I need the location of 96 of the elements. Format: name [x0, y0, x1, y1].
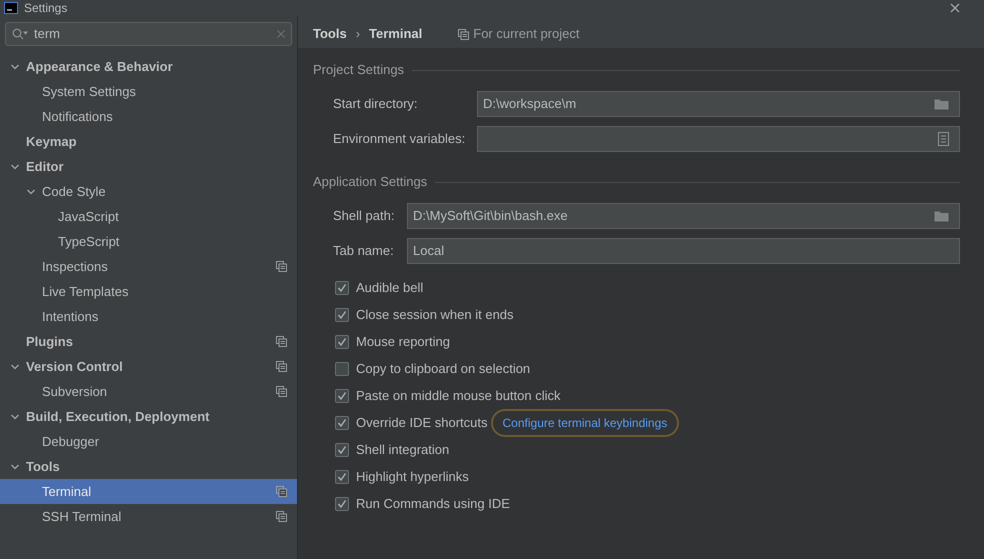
tree-item-label: Terminal — [42, 482, 92, 501]
chevron-icon[interactable] — [10, 462, 20, 472]
checkbox[interactable] — [335, 442, 349, 456]
folder-icon[interactable] — [934, 210, 949, 222]
tree-item-label: Debugger — [42, 432, 100, 451]
tree-item[interactable]: Build, Execution, Deployment — [0, 404, 297, 429]
tree-item-label: Intentions — [42, 308, 98, 326]
chevron-icon[interactable] — [10, 412, 20, 422]
field-value: D:\MySoft\Git\bin\bash.exe — [413, 206, 569, 225]
text-field[interactable] — [477, 126, 960, 152]
tree-item[interactable]: Debugger — [0, 429, 297, 454]
tree-item[interactable]: System Settings — [0, 79, 297, 104]
tree-item[interactable]: Terminal — [0, 479, 297, 504]
field-label: Environment variables: — [333, 130, 466, 148]
tree-item[interactable]: Inspections — [0, 254, 297, 279]
checkbox-label: Mouse reporting — [356, 332, 450, 351]
checkbox-label: Override IDE shortcuts — [356, 414, 488, 432]
window-title: Settings — [24, 1, 68, 15]
search-value: term — [34, 25, 61, 44]
document-icon[interactable] — [938, 132, 949, 146]
tree-item-label: Inspections — [42, 258, 108, 276]
checkbox-label: Copy to clipboard on selection — [356, 360, 530, 378]
field-label: Shell path: — [333, 206, 396, 225]
section-title: Project Settings — [313, 61, 404, 80]
text-field[interactable]: D:\workspace\m — [477, 90, 960, 116]
checkbox[interactable] — [335, 388, 349, 402]
field-value: Local — [413, 242, 446, 260]
text-field[interactable]: D:\MySoft\Git\bin\bash.exe — [407, 202, 960, 228]
tree-item-label: Build, Execution, Deployment — [26, 408, 210, 426]
tree-item-label: Plugins — [26, 332, 73, 351]
chevron-icon[interactable] — [10, 362, 20, 372]
field-label: Tab name: — [333, 242, 395, 260]
tree-item-label: Keymap — [26, 132, 77, 151]
checkbox-label: Close session when it ends — [356, 306, 514, 324]
tree-item-label: SSH Terminal — [42, 508, 122, 526]
tree-item[interactable]: Live Templates — [0, 279, 297, 304]
checkbox-label: Paste on middle mouse button click — [356, 386, 560, 405]
field-label: Start directory: — [333, 94, 419, 113]
checkbox[interactable] — [335, 470, 349, 484]
app-icon — [4, 2, 18, 14]
tree-item-label: Tools — [26, 458, 60, 476]
scope-note: For current project — [473, 25, 580, 44]
copy-icon — [276, 261, 287, 272]
checkbox-label: Audible bell — [356, 278, 424, 297]
search-icon — [12, 28, 28, 40]
checkbox[interactable] — [335, 416, 349, 430]
copy-icon — [276, 386, 287, 397]
search-field[interactable]: term — [5, 22, 292, 46]
tree-item-label: Live Templates — [42, 282, 128, 301]
tree-item[interactable]: TypeScript — [0, 229, 297, 254]
text-field[interactable]: Local — [407, 238, 960, 264]
section-title: Application Settings — [313, 173, 428, 192]
tree-item[interactable]: Subversion — [0, 379, 297, 404]
tree-item-label: JavaScript — [58, 208, 119, 226]
tree-item[interactable]: Notifications — [0, 104, 297, 129]
copy-icon — [276, 361, 287, 372]
tree-item-label: Appearance & Behavior — [26, 58, 173, 76]
tree-item[interactable]: Code Style — [0, 179, 297, 204]
copy-icon — [276, 336, 287, 347]
keybindings-link[interactable]: Configure terminal keybindings — [490, 408, 680, 436]
breadcrumb: Terminal — [369, 25, 422, 44]
checkbox[interactable] — [335, 362, 349, 376]
tree-item[interactable]: Appearance & Behavior — [0, 54, 297, 79]
breadcrumb-separator: › — [356, 25, 360, 44]
chevron-icon[interactable] — [10, 162, 20, 172]
tree-item-label: Version Control — [26, 358, 123, 376]
copy-icon — [276, 486, 287, 497]
tree-item-label: Subversion — [42, 382, 108, 401]
folder-icon[interactable] — [934, 98, 949, 110]
checkbox-label: Shell integration — [356, 440, 450, 459]
tree-item-label: Code Style — [42, 182, 106, 201]
checkbox[interactable] — [335, 308, 349, 322]
tree-item-label: TypeScript — [58, 232, 120, 251]
tree-item[interactable]: Intentions — [0, 304, 297, 329]
copy-icon — [276, 511, 287, 522]
tree-item-label: Editor — [26, 158, 64, 176]
checkbox[interactable] — [335, 496, 349, 510]
checkbox[interactable] — [335, 334, 349, 348]
chevron-icon[interactable] — [26, 186, 36, 196]
tree-item[interactable]: SSH Terminal — [0, 504, 297, 529]
breadcrumb: Tools — [313, 25, 347, 44]
tree-item[interactable]: JavaScript — [0, 204, 297, 229]
field-value: D:\workspace\m — [483, 94, 578, 113]
tree-item[interactable]: Version Control — [0, 354, 297, 379]
checkbox[interactable] — [335, 280, 349, 294]
tree-item[interactable]: Keymap — [0, 129, 297, 154]
close-icon[interactable] — [950, 3, 960, 13]
chevron-icon[interactable] — [10, 62, 20, 72]
tree-item-label: System Settings — [42, 82, 136, 101]
tree-item[interactable]: Tools — [0, 454, 297, 479]
checkbox-label: Highlight hyperlinks — [356, 468, 469, 486]
tree-item[interactable]: Editor — [0, 154, 297, 179]
copy-icon — [458, 28, 470, 40]
tree-item-label: Notifications — [42, 108, 113, 126]
tree-item[interactable]: Plugins — [0, 329, 297, 354]
checkbox-label: Run Commands using IDE — [356, 494, 510, 513]
